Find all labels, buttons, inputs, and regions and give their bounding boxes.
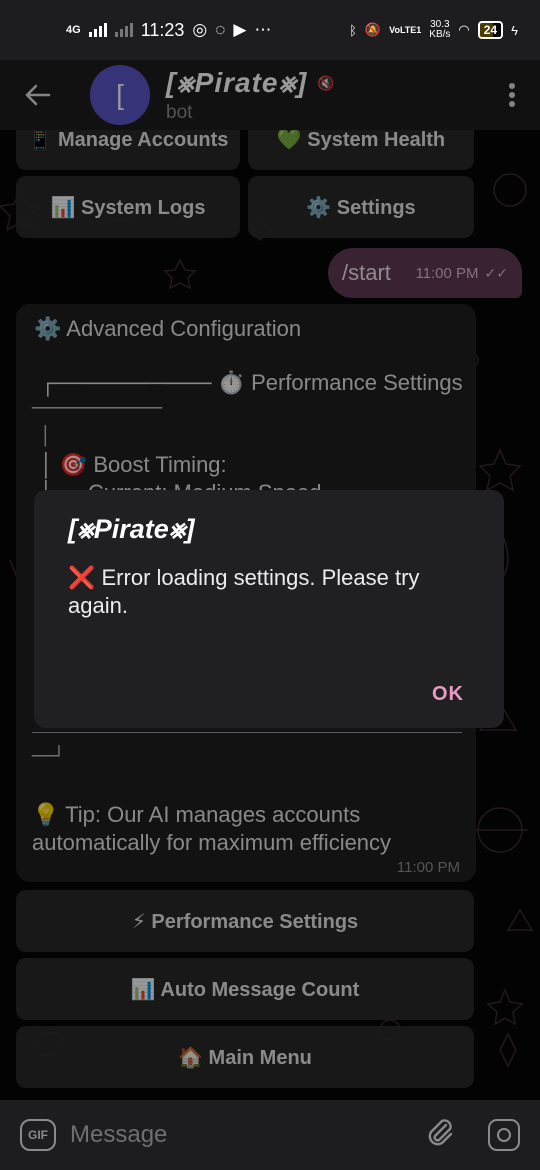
- signal-icon: [88, 23, 107, 37]
- whatsapp-icon: ◌: [215, 20, 226, 39]
- notification-icon: ◎: [192, 20, 208, 39]
- camera-button[interactable]: [488, 1119, 520, 1151]
- paperclip-icon: [428, 1118, 453, 1145]
- signal-2-icon: [114, 23, 133, 37]
- message-input[interactable]: [70, 1121, 400, 1149]
- status-right: ᛒ 🔕 VoLTE1 30.3 KB/s ◠ 24 ϟ: [349, 20, 518, 40]
- gif-button[interactable]: GIF: [20, 1119, 56, 1151]
- network-speed: 30.3 KB/s: [429, 20, 450, 40]
- ok-button[interactable]: OK: [432, 683, 464, 706]
- message-composer: GIF: [0, 1100, 540, 1170]
- battery-level: 24: [483, 23, 498, 37]
- speed-unit: KB/s: [429, 29, 451, 40]
- mute-icon: 🔕: [364, 22, 382, 37]
- attach-button[interactable]: [426, 1117, 454, 1154]
- clock: 11:23: [140, 19, 185, 40]
- gif-label: GIF: [28, 1128, 48, 1142]
- wifi-icon: ◠: [458, 22, 470, 37]
- dialog-message: ❌ Error loading settings. Please try aga…: [68, 565, 420, 618]
- error-dialog: [⨳Pirate⨳] ❌ Error loading settings. Ple…: [34, 490, 504, 728]
- youtube-icon: ▶: [233, 20, 247, 39]
- battery-icon: 24: [477, 21, 504, 39]
- network-type: 4G: [66, 24, 81, 36]
- bluetooth-icon: ᛒ: [349, 22, 357, 38]
- camera-icon: [497, 1128, 511, 1142]
- charging-icon: ϟ: [511, 22, 518, 38]
- status-bar: 4G 11:23 ◎ ◌ ▶ ⋯ ᛒ 🔕 VoLTE1 30.3 KB/s ◠ …: [0, 0, 540, 60]
- volte-label: VoLTE1: [389, 25, 422, 35]
- dialog-title: [⨳Pirate⨳]: [68, 514, 195, 544]
- more-notifications-icon: ⋯: [254, 20, 272, 39]
- status-left: 4G 11:23 ◎ ◌ ▶ ⋯: [66, 20, 271, 41]
